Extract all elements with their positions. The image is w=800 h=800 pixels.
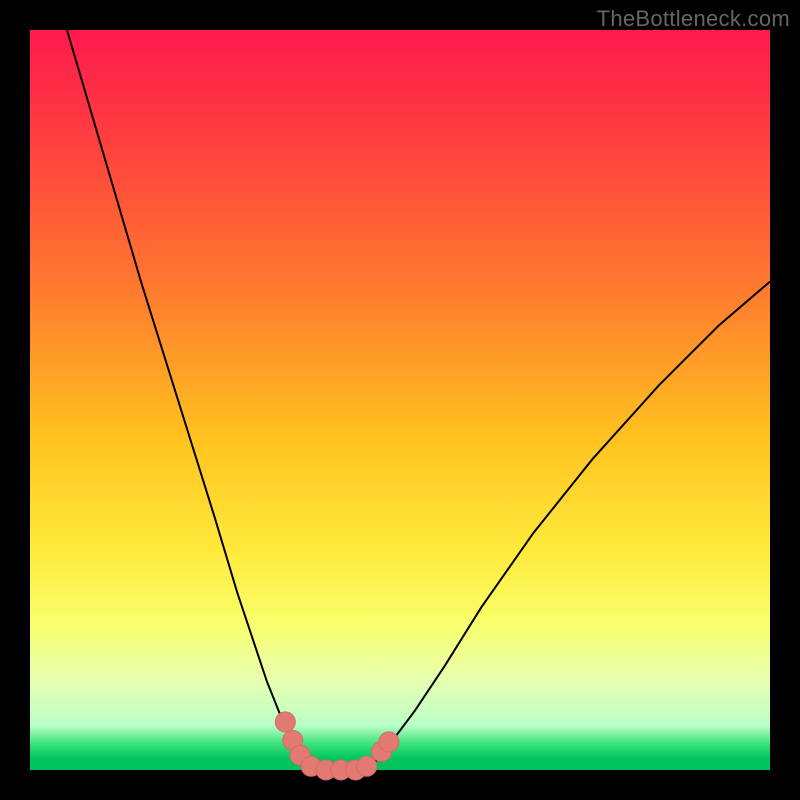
basin-marker: [275, 712, 295, 732]
basin-markers: [30, 30, 770, 770]
attribution-watermark: TheBottleneck.com: [597, 6, 790, 32]
chart-stage: TheBottleneck.com: [0, 0, 800, 800]
basin-marker: [357, 756, 377, 776]
basin-marker: [379, 732, 399, 752]
plot-area: [30, 30, 770, 770]
